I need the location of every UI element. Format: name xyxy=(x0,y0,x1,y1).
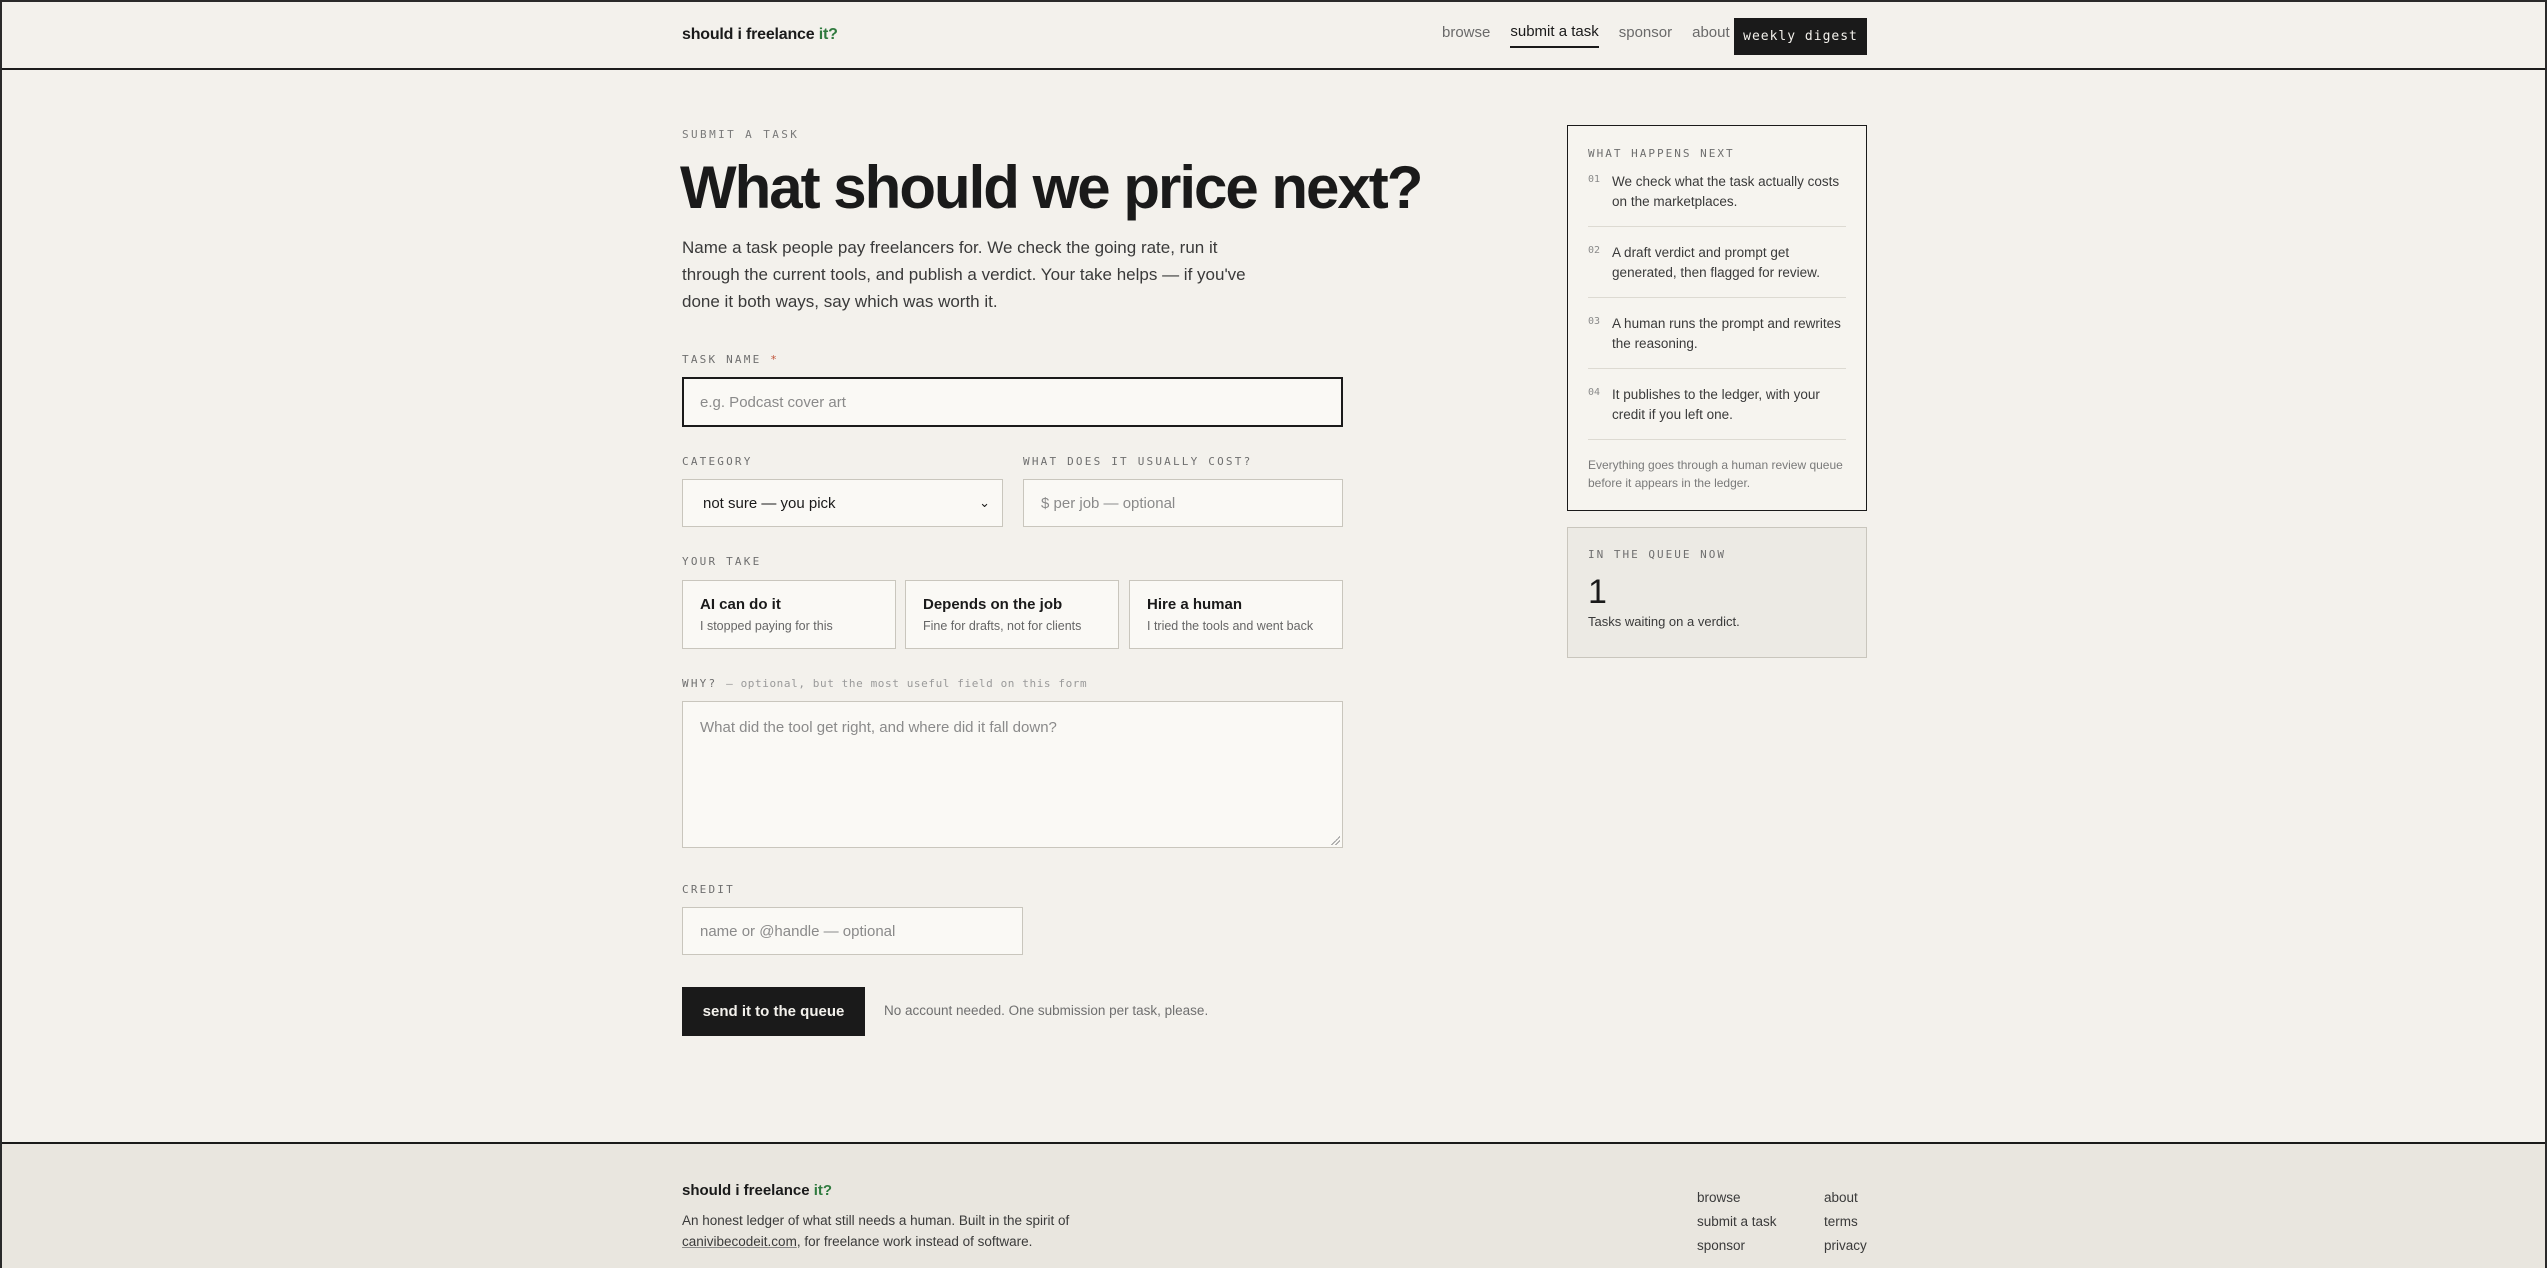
page-title: What should we price next? xyxy=(680,154,1423,221)
step-number: 01 xyxy=(1588,174,1601,185)
footer-description: An honest ledger of what still needs a h… xyxy=(682,1210,1102,1252)
category-selected-value: not sure — you pick xyxy=(703,494,836,512)
take-option-title: Hire a human xyxy=(1147,596,1243,613)
nav-about[interactable]: about xyxy=(1692,24,1730,47)
queue-status-card: IN THE QUEUE NOW 1 Tasks waiting on a ve… xyxy=(1567,527,1867,658)
take-option-depends[interactable]: Depends on the job Fine for drafts, not … xyxy=(905,580,1119,649)
cost-label: WHAT DOES IT USUALLY COST? xyxy=(1023,455,1253,468)
logo-text: should i freelance xyxy=(682,26,815,43)
top-navbar: should i freelance it? browse submit a t… xyxy=(2,0,2545,70)
footer-link-privacy[interactable]: privacy xyxy=(1824,1238,1867,1253)
your-take-label: YOUR TAKE xyxy=(682,555,762,568)
step-number: 03 xyxy=(1588,316,1601,327)
footer-external-link[interactable]: canivibecodeit.com xyxy=(682,1234,797,1249)
cost-input[interactable]: $ per job — optional xyxy=(1023,479,1343,527)
footer-link-submit-task[interactable]: submit a task xyxy=(1697,1214,1777,1229)
footer-logo-text: should i freelance xyxy=(682,1182,810,1199)
step-number: 02 xyxy=(1588,245,1601,256)
credit-label: CREDIT xyxy=(682,883,735,896)
footer-links-col-2: about terms privacy xyxy=(1824,1190,1867,1253)
task-name-label-text: TASK NAME xyxy=(682,353,762,366)
footer-link-sponsor[interactable]: sponsor xyxy=(1697,1238,1777,1253)
chevron-down-icon: ⌄ xyxy=(979,495,990,510)
category-select[interactable]: not sure — you pick ⌄ xyxy=(682,479,1003,527)
weekly-digest-button[interactable]: weekly digest xyxy=(1734,18,1867,55)
step-number: 04 xyxy=(1588,387,1601,398)
site-footer: should i freelance it? An honest ledger … xyxy=(2,1142,2545,1268)
step-item: 02 A draft verdict and prompt get genera… xyxy=(1588,243,1846,298)
required-mark: * xyxy=(770,353,780,366)
resize-grip-icon[interactable] xyxy=(1330,835,1340,845)
footer-desc-text: An honest ledger of what still needs a h… xyxy=(682,1213,1070,1228)
footer-link-about[interactable]: about xyxy=(1824,1190,1867,1205)
why-textarea[interactable]: What did the tool get right, and where d… xyxy=(682,701,1343,848)
take-option-human[interactable]: Hire a human I tried the tools and went … xyxy=(1129,580,1343,649)
step-text: A human runs the prompt and rewrites the… xyxy=(1612,316,1841,351)
step-item: 03 A human runs the prompt and rewrites … xyxy=(1588,314,1846,369)
step-text: We check what the task actually costs on… xyxy=(1612,174,1840,209)
footer-link-terms[interactable]: terms xyxy=(1824,1214,1867,1229)
take-option-subtitle: Fine for drafts, not for clients xyxy=(923,619,1082,633)
footer-logo-accent: it? xyxy=(813,1182,833,1199)
step-item: 04 It publishes to the ledger, with your… xyxy=(1588,385,1846,440)
what-happens-next-card: WHAT HAPPENS NEXT 01 We check what the t… xyxy=(1567,125,1867,511)
task-name-input[interactable]: e.g. Podcast cover art xyxy=(682,377,1343,427)
steps-card-label: WHAT HAPPENS NEXT xyxy=(1588,147,1735,160)
submit-button[interactable]: send it to the queue xyxy=(682,987,865,1036)
nav-submit-task[interactable]: submit a task xyxy=(1510,23,1599,48)
task-name-label: TASK NAME * xyxy=(682,353,779,366)
queue-count: 1 xyxy=(1588,573,1607,611)
why-placeholder: What did the tool get right, and where d… xyxy=(700,719,1057,736)
footer-desc-text-end: , for freelance work instead of software… xyxy=(796,1234,1033,1249)
take-option-ai[interactable]: AI can do it I stopped paying for this xyxy=(682,580,896,649)
why-hint: — optional, but the most useful field on… xyxy=(726,677,1088,690)
step-item: 01 We check what the task actually costs… xyxy=(1588,172,1846,227)
take-option-title: Depends on the job xyxy=(923,596,1063,613)
submit-note: No account needed. One submission per ta… xyxy=(884,1003,1209,1018)
step-text: A draft verdict and prompt get generated… xyxy=(1612,245,1820,280)
why-label: WHY? — optional, but the most useful fie… xyxy=(682,677,1087,690)
credit-input[interactable]: name or @handle — optional xyxy=(682,907,1023,955)
take-option-subtitle: I tried the tools and went back xyxy=(1147,619,1314,633)
footer-link-browse[interactable]: browse xyxy=(1697,1190,1777,1205)
queue-subtitle: Tasks waiting on a verdict. xyxy=(1588,614,1740,629)
nav-sponsor[interactable]: sponsor xyxy=(1619,24,1672,47)
nav-browse[interactable]: browse xyxy=(1442,24,1490,47)
queue-card-label: IN THE QUEUE NOW xyxy=(1588,548,1726,561)
intro-text: Name a task people pay freelancers for. … xyxy=(682,238,1246,311)
footer-links-col-1: browse submit a task sponsor xyxy=(1697,1190,1777,1253)
take-option-subtitle: I stopped paying for this xyxy=(700,619,833,633)
page-eyebrow: SUBMIT A TASK xyxy=(682,128,800,141)
cost-placeholder: $ per job — optional xyxy=(1041,494,1176,512)
credit-placeholder: name or @handle — optional xyxy=(700,922,896,940)
main-nav: browse submit a task sponsor about xyxy=(1442,23,1730,48)
why-label-text: WHY? xyxy=(682,677,718,690)
logo-accent: it? xyxy=(818,26,838,43)
task-name-placeholder: e.g. Podcast cover art xyxy=(700,393,846,411)
category-label: CATEGORY xyxy=(682,455,753,468)
step-text: It publishes to the ledger, with your cr… xyxy=(1612,387,1820,422)
take-option-title: AI can do it xyxy=(700,596,781,613)
steps-card-footnote: Everything goes through a human review q… xyxy=(1588,458,1843,490)
footer-logo[interactable]: should i freelance it? xyxy=(682,1182,832,1199)
site-logo[interactable]: should i freelance it? xyxy=(682,26,838,44)
